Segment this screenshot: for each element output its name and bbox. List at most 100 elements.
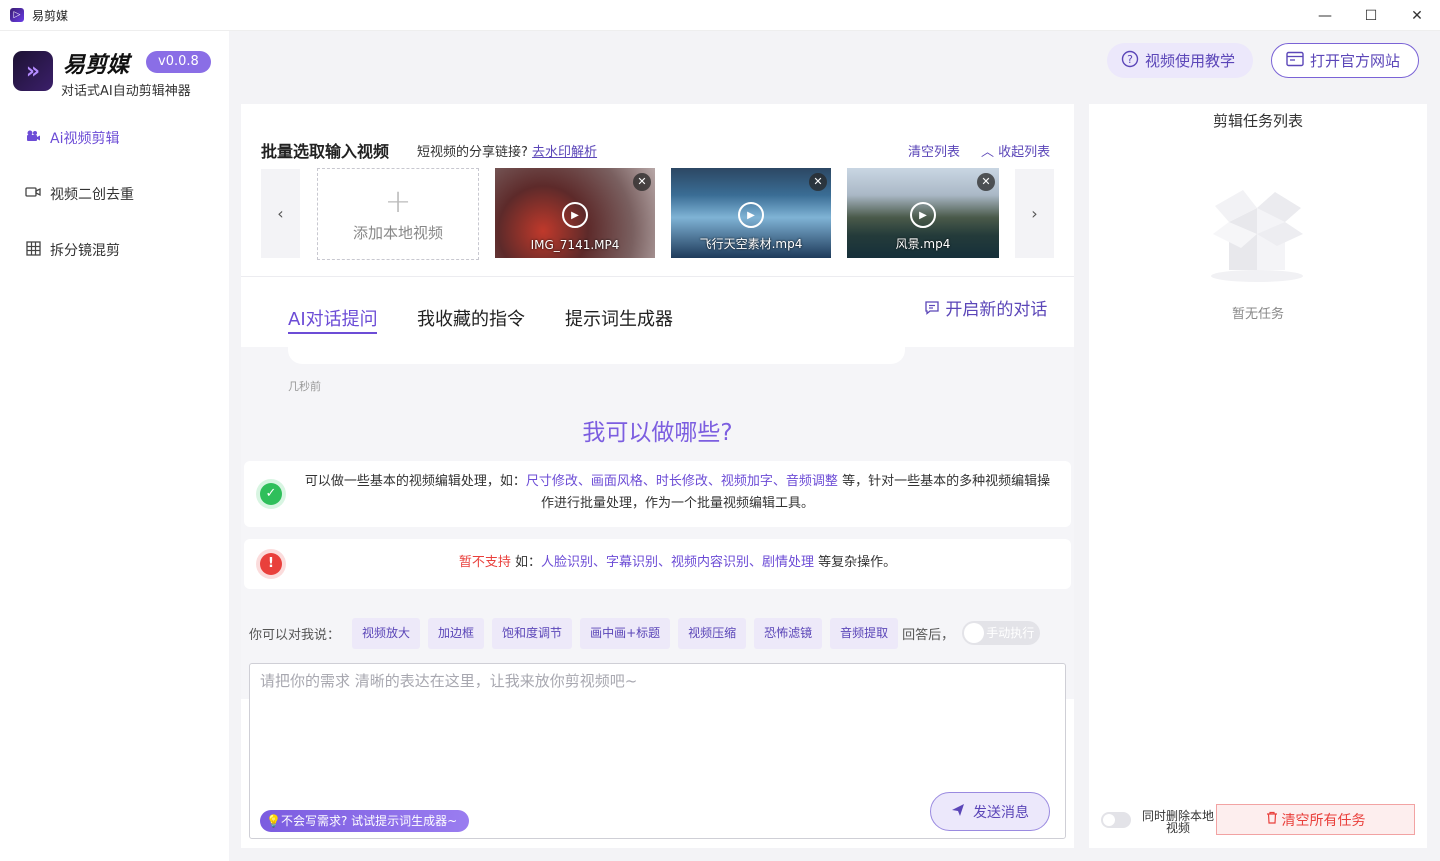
remove-video-icon[interactable]: ✕ — [977, 173, 995, 191]
brand: » 易剪媒 v0.0.8 对话式AI自动剪辑神器 — [13, 51, 211, 99]
scroll-right-button[interactable]: › — [1015, 169, 1054, 258]
delete-local-label: 同时删除本地视频 — [1141, 809, 1214, 835]
check-circle-icon: ✓ — [260, 483, 282, 505]
new-chat-button[interactable]: 开启新的对话 — [924, 295, 1047, 320]
plus-icon: + — [384, 181, 412, 220]
after-answer-label: 回答后， — [902, 627, 955, 643]
message-input[interactable] — [260, 670, 1055, 780]
video-thumbnail[interactable]: ▶ 飞行天空素材.mp4 ✕ — [671, 168, 831, 258]
suggestion-chip[interactable]: 画中画+标题 — [580, 617, 671, 649]
maximize-button[interactable]: ☐ — [1348, 0, 1394, 31]
sidebar-item-label: Ai视频剪辑 — [50, 131, 120, 147]
remove-video-icon[interactable]: ✕ — [809, 173, 827, 191]
manual-execute-toggle[interactable]: 手动执行 — [962, 621, 1041, 645]
toggle-knob — [1103, 814, 1115, 826]
task-list-title: 剪辑任务列表 — [1212, 112, 1303, 130]
chevron-right-icon: › — [1031, 204, 1038, 223]
play-icon[interactable]: ▶ — [910, 202, 936, 228]
message-timestamp: 几秒前 — [288, 380, 321, 393]
supported-features: 尺寸修改、画面风格、时长修改、视频加字、音频调整 — [525, 474, 838, 489]
supported-card: ✓ 可以做一些基本的视频编辑处理，如：尺寸修改、画面风格、时长修改、视频加字、音… — [244, 461, 1071, 527]
suggestion-chip[interactable]: 加边框 — [428, 617, 485, 649]
unsupported-text: 暂不支持 如：人脸识别、字幕识别、视频内容识别、剧情处理 等复杂操作。 — [300, 552, 1055, 574]
hint-label: 不会写需求? 试试提示词生成器~ — [280, 814, 458, 828]
send-icon — [951, 803, 965, 821]
toggle-knob — [964, 623, 985, 643]
share-prompt: 短视频的分享链接? 去水印解析 — [417, 141, 597, 160]
capabilities-title: 我可以做哪些? — [582, 420, 733, 446]
window-titlebar: ▷ 易剪媒 — ☐ ✕ — [0, 0, 1440, 31]
chevron-up-icon: ︿ — [981, 145, 999, 160]
clear-all-tasks-button[interactable]: 清空所有任务 — [1216, 804, 1415, 835]
clear-list-button[interactable]: 清空列表 — [908, 141, 960, 160]
delete-local-toggle[interactable] — [1101, 812, 1131, 828]
close-button[interactable]: ✕ — [1394, 0, 1440, 31]
prompt-generator-hint[interactable]: 💡不会写需求? 试试提示词生成器~ — [260, 810, 470, 832]
unsupported-features: 人脸识别、字幕识别、视频内容识别、剧情处理 — [541, 555, 815, 570]
version-badge: v0.0.8 — [146, 51, 211, 73]
remove-video-icon[interactable]: ✕ — [633, 173, 651, 191]
tab-prompt-generator[interactable]: 提示词生成器 — [565, 305, 673, 331]
brand-name: 易剪媒 — [63, 53, 130, 78]
suggestion-chip[interactable]: 音频提取 — [830, 617, 899, 649]
tutorial-button[interactable]: ? 视频使用教学 — [1107, 43, 1253, 78]
scroll-left-button[interactable]: ‹ — [261, 169, 300, 258]
sidebar-item-label: 拆分镜混剪 — [50, 243, 120, 259]
lightbulb-icon: 💡 — [266, 814, 281, 828]
video-thumbnail[interactable]: ▶ 风景.mp4 ✕ — [847, 168, 999, 258]
question-circle-icon: ? — [1121, 50, 1139, 72]
new-chat-label: 开启新的对话 — [945, 300, 1048, 320]
open-website-button[interactable]: 打开官方网站 — [1271, 43, 1419, 78]
divider — [241, 276, 1074, 277]
svg-text:?: ? — [1127, 53, 1133, 66]
video-name: IMG_7141.MP4 — [530, 238, 620, 252]
chevron-left-icon: ‹ — [277, 204, 284, 223]
task-panel: 剪辑任务列表 暂无任务 同时删除本地视频 清空所有任务 — [1089, 104, 1427, 848]
sidebar-item-split-mix[interactable]: 拆分镜混剪 — [24, 240, 120, 260]
message-bubble — [288, 347, 905, 364]
send-label: 发送消息 — [973, 804, 1029, 821]
video-name: 风景.mp4 — [895, 237, 951, 251]
unsupported-suffix: 等复杂操作。 — [814, 555, 897, 570]
grid-icon — [24, 240, 42, 260]
alert-circle-icon: ! — [260, 553, 282, 575]
sidebar-item-ai-edit[interactable]: Ai视频剪辑 — [24, 128, 119, 148]
supported-text: 可以做一些基本的视频编辑处理，如：尺寸修改、画面风格、时长修改、视频加字、音频调… — [300, 471, 1055, 515]
upload-title: 批量选取输入视频 — [261, 142, 390, 161]
minimize-button[interactable]: — — [1302, 0, 1348, 31]
suggestion-chip[interactable]: 饱和度调节 — [492, 617, 573, 649]
watermark-parse-link[interactable]: 去水印解析 — [532, 145, 597, 160]
play-icon[interactable]: ▶ — [562, 202, 588, 228]
sidebar-item-remix[interactable]: 视频二创去重 — [24, 184, 134, 204]
website-label: 打开官方网站 — [1310, 52, 1401, 70]
suggestion-chip[interactable]: 视频压缩 — [678, 617, 747, 649]
unsupported-card: ! 暂不支持 如：人脸识别、字幕识别、视频内容识别、剧情处理 等复杂操作。 — [244, 539, 1071, 589]
suggestion-label: 你可以对我说： — [249, 627, 341, 643]
unsupported-label: 暂不支持 — [458, 555, 511, 570]
clear-all-label: 清空所有任务 — [1281, 812, 1366, 829]
app-icon: ▷ — [10, 8, 24, 22]
sidebar: » 易剪媒 v0.0.8 对话式AI自动剪辑神器 Ai视频剪辑 视频二创去重 拆… — [0, 31, 229, 861]
trash-icon — [1266, 811, 1278, 828]
empty-box-icon — [1207, 178, 1307, 282]
suggestion-row: 你可以对我说： 视频放大 加边框 饱和度调节 画中画+标题 视频压缩 恐怖滤镜 … — [249, 617, 1041, 649]
send-message-button[interactable]: 发送消息 — [930, 792, 1050, 831]
browser-icon — [1286, 51, 1304, 71]
brand-tagline: 对话式AI自动剪辑神器 — [61, 84, 191, 99]
suggestion-chip[interactable]: 恐怖滤镜 — [754, 617, 823, 649]
camera-icon — [24, 129, 42, 147]
tab-favorites[interactable]: 我收藏的指令 — [417, 305, 525, 331]
active-tab-indicator — [288, 332, 377, 334]
window-title: 易剪媒 — [32, 8, 69, 23]
collapse-list-button[interactable]: ︿ 收起列表 — [981, 141, 1050, 160]
video-camera-icon — [24, 186, 42, 202]
tab-ai-chat[interactable]: AI对话提问 — [288, 305, 378, 331]
video-thumbnail[interactable]: ▶ IMG_7141.MP4 ✕ — [495, 168, 655, 258]
supported-prefix: 可以做一些基本的视频编辑处理，如： — [304, 474, 526, 489]
suggestion-chip[interactable]: 视频放大 — [352, 617, 421, 649]
play-icon[interactable]: ▶ — [738, 202, 764, 228]
share-prompt-text: 短视频的分享链接? — [417, 145, 528, 160]
play-chevron-logo: » — [13, 51, 53, 91]
add-local-video-button[interactable]: + 添加本地视频 — [317, 168, 479, 260]
collapse-list-label: 收起列表 — [998, 145, 1051, 160]
